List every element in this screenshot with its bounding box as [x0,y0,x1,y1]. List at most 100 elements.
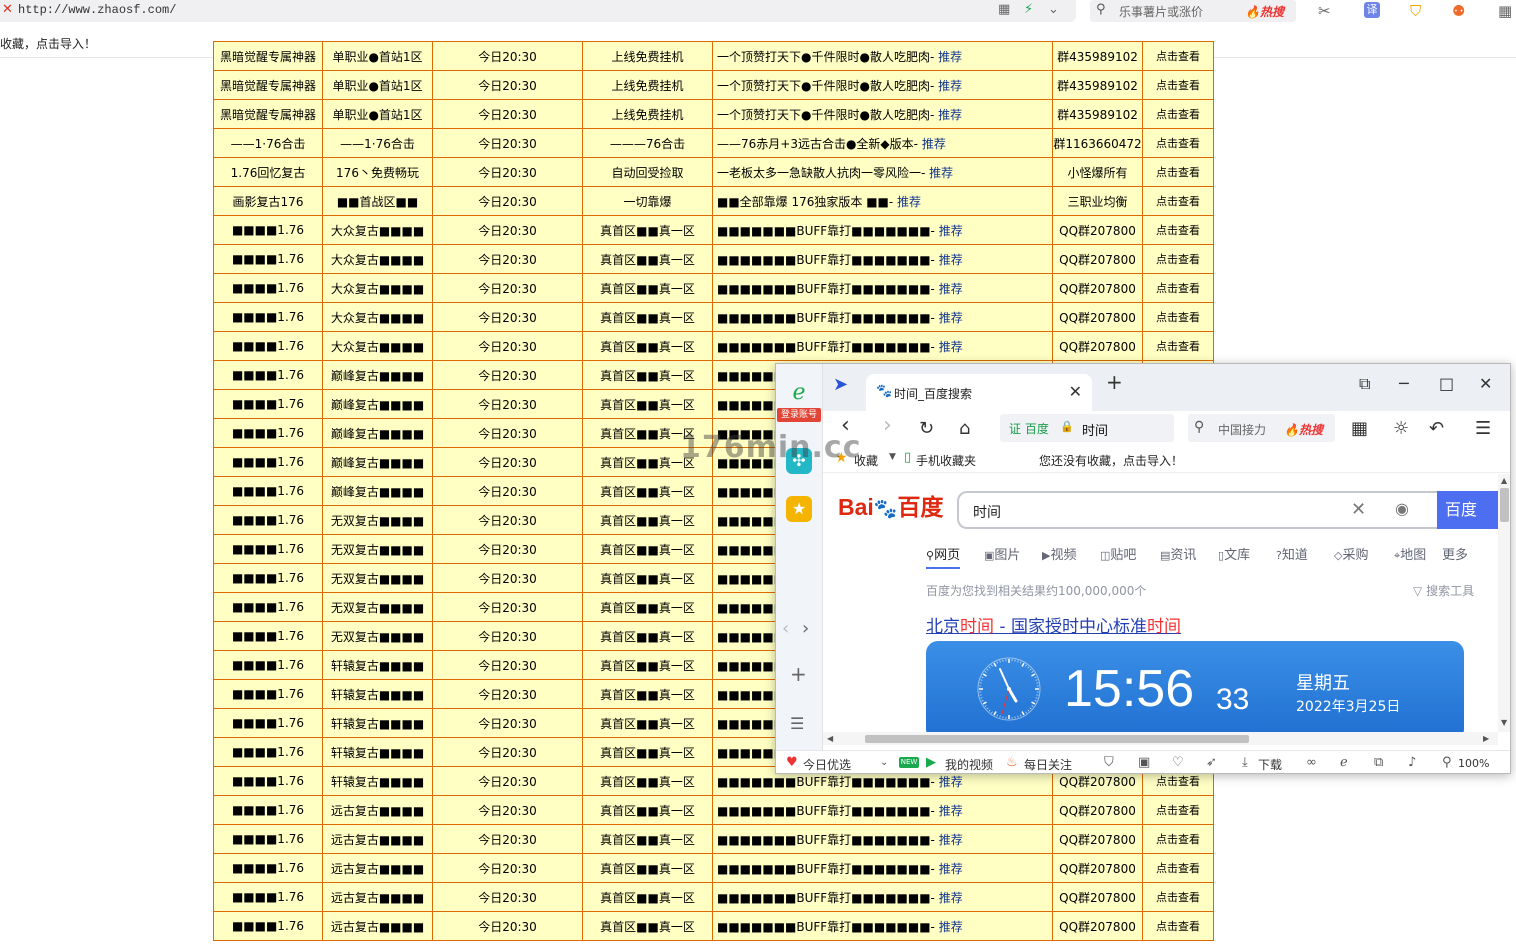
view-link-cell[interactable]: 点击查看 [1142,215,1214,245]
sidebar-forward-icon[interactable]: › [802,618,809,639]
chevron-down-icon[interactable]: ▼ [889,452,896,462]
scroll-up-icon[interactable]: ▲ [1501,476,1507,485]
status-video[interactable]: 我的视频 [945,756,993,773]
description-cell[interactable]: ■■■■■■■BUFF靠打■■■■■■■- 推荐 [712,302,1053,332]
grid-icon[interactable]: ▦ [998,2,1010,17]
view-link-cell[interactable]: 点击查看 [1142,331,1214,361]
new-tab-button[interactable]: + [1106,370,1123,394]
view-link-cell[interactable]: 点击查看 [1142,99,1214,129]
stop-icon[interactable]: ✕ [2,2,13,17]
bookmark-hint[interactable]: 您还没有收藏，点击导入！ [1039,452,1183,469]
list-icon[interactable]: ☰ [790,714,804,733]
view-link-cell[interactable]: 点击查看 [1142,157,1214,187]
undo-button[interactable]: ↶ [1429,418,1444,439]
reload-button[interactable]: ↻ [919,418,934,439]
pin-icon[interactable]: ⧉ [1359,374,1370,394]
search-tab[interactable]: ▣图片 [984,544,1020,563]
description-cell[interactable]: 一老板太多一急缺散人抗肉一零风险一- 推荐 [712,157,1053,187]
scissors-icon[interactable]: ✂ [1318,2,1331,20]
minimize-button[interactable]: ─ [1399,374,1409,393]
view-link-cell[interactable]: 点击查看 [1142,824,1214,854]
scroll-right-icon[interactable]: ▶ [1483,734,1489,743]
view-link-cell[interactable]: 点击查看 [1142,273,1214,303]
view-link-cell[interactable]: 点击查看 [1142,186,1214,216]
recommend-link[interactable]: 推荐 [939,862,963,876]
recommend-link[interactable]: 推荐 [939,833,963,847]
tab-close-icon[interactable]: ✕ [1069,382,1082,401]
vertical-scrollbar[interactable]: ▲ ▼ [1498,474,1510,732]
view-link-cell[interactable]: 点击查看 [1142,853,1214,883]
gamepad-icon[interactable]: ⚉ [1452,2,1465,20]
recommend-link[interactable]: 推荐 [939,891,963,905]
zoom-level[interactable]: 100% [1458,757,1489,770]
address-text[interactable]: 时间 [1082,420,1108,439]
recommend-link[interactable]: 推荐 [939,920,963,934]
heart-pulse-icon[interactable]: ♡ [1172,755,1184,770]
bg-bookmark-hint[interactable]: 收藏，点击导入！ [0,35,96,52]
search-query[interactable]: 时间 [973,502,1001,522]
shield-coin-icon[interactable]: ⛉ [1410,2,1421,20]
description-cell[interactable]: 一个顶赞打天下●千件限时●散人吃肥肉- 推荐 [712,70,1053,100]
address-bar[interactable]: 证 百度 🔒 时间 [1000,414,1174,442]
search-tab[interactable]: ⚲网页 [926,544,961,569]
chevron-down-icon[interactable]: ⌄ [1048,2,1059,17]
view-link-cell[interactable]: 点击查看 [1142,244,1214,274]
baidu-logo[interactable]: Bai🐾百度 [838,488,943,522]
login-account-tag[interactable]: 登录账号 [777,408,821,422]
horizontal-scrollbar[interactable]: ◀ ▶ [823,732,1498,745]
recommend-link[interactable]: 推荐 [939,775,963,789]
sidebar-back-icon[interactable]: ‹ [782,618,789,639]
browser-logo-icon[interactable]: ℯ [786,380,812,406]
recommend-link[interactable]: 推荐 [939,311,963,325]
nav-search-box[interactable]: ⚲ 中国接力 🔥热搜 [1188,414,1335,442]
view-link-cell[interactable]: 点击查看 [1142,41,1214,71]
favorites-star-icon[interactable]: ★ [786,496,812,522]
recommend-link[interactable]: 推荐 [938,50,962,64]
recommend-link[interactable]: 推荐 [922,137,946,151]
bg-address-bar[interactable]: ✕ http://www.zhaosf.com/ ▦ ⚡ ⌄ [0,0,1076,22]
recommend-link[interactable]: 推荐 [939,282,963,296]
recommend-link[interactable]: 推荐 [939,804,963,818]
description-cell[interactable]: ■■■■■■■BUFF靠打■■■■■■■- 推荐 [712,911,1053,941]
recommend-link[interactable]: 推荐 [929,166,953,180]
image-icon[interactable]: ▣ [1138,755,1150,770]
view-link-cell[interactable]: 点击查看 [1142,795,1214,825]
close-button[interactable]: ✕ [1479,374,1492,393]
double-chevron-icon[interactable]: ⌄ [880,757,888,768]
camera-icon[interactable]: ◉ [1395,499,1409,518]
status-today[interactable]: 今日优选 [803,756,851,773]
description-cell[interactable]: ■■■■■■■BUFF靠打■■■■■■■- 推荐 [712,795,1053,825]
description-cell[interactable]: 一个顶赞打天下●千件限时●散人吃肥肉- 推荐 [712,99,1053,129]
translate-icon[interactable]: 译 [1364,2,1380,18]
glasses-icon[interactable]: ∞ [1306,755,1317,770]
scroll-thumb[interactable] [1500,488,1509,522]
search-tab[interactable]: ?知道 [1276,544,1308,563]
search-tab[interactable]: ⌖地图 [1394,544,1426,563]
status-focus[interactable]: 每日关注 [1024,756,1072,773]
search-tab[interactable]: ◇采购 [1334,544,1368,563]
navigate-icon[interactable]: ➤ [833,374,848,395]
status-download[interactable]: 下载 [1258,756,1282,773]
menu-button[interactable]: ☰ [1475,418,1491,439]
description-cell[interactable]: ■■■■■■■BUFF靠打■■■■■■■- 推荐 [712,215,1053,245]
description-cell[interactable]: ■■全部靠爆 176独家版本 ■■- 推荐 [712,186,1053,216]
home-button[interactable]: ⌂ [959,418,970,439]
add-icon[interactable]: + [790,662,807,686]
description-cell[interactable]: ■■■■■■■BUFF靠打■■■■■■■- 推荐 [712,273,1053,303]
apps-grid-icon[interactable]: ▦ [1498,2,1512,20]
brightness-icon[interactable]: ☼ [1393,418,1409,439]
recommend-link[interactable]: 推荐 [938,108,962,122]
view-link-cell[interactable]: 点击查看 [1142,302,1214,332]
tab-baidu-time[interactable]: 🐾 时间_百度搜索 ✕ [866,374,1092,411]
description-cell[interactable]: ■■■■■■■BUFF靠打■■■■■■■- 推荐 [712,882,1053,912]
view-link-cell[interactable]: 点击查看 [1142,128,1214,158]
bg-search-box[interactable]: ⚲ 乐事薯片或涨价 🔥热搜 [1090,0,1296,22]
result-title-link[interactable]: 北京时间 - 国家授时中心标准时间 [926,612,1181,637]
search-tab[interactable]: ▶视频 [1042,544,1076,563]
hot-search-label[interactable]: 🔥热搜 [1284,421,1323,438]
search-tab[interactable]: ◫贴吧 [1100,544,1136,563]
recommend-link[interactable]: 推荐 [938,79,962,93]
search-tab[interactable]: ▤资讯 [1160,544,1196,563]
description-cell[interactable]: ■■■■■■■BUFF靠打■■■■■■■- 推荐 [712,853,1053,883]
baidu-search-button[interactable]: 百度 [1437,491,1498,529]
